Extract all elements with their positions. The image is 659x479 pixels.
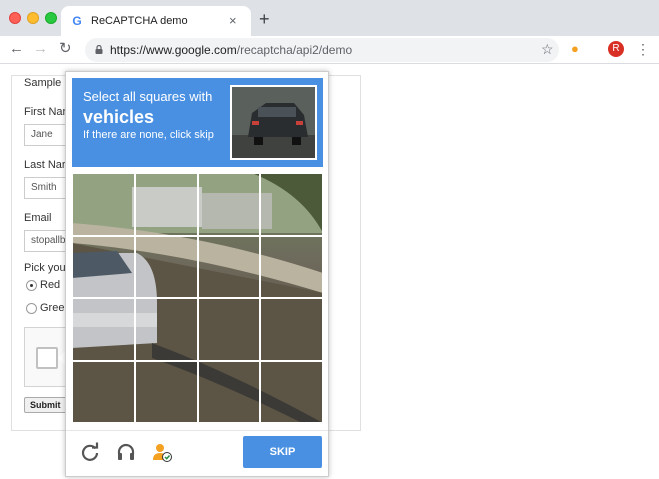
radio-red-label: Red bbox=[40, 279, 61, 291]
radio-green-label: Greer bbox=[40, 302, 69, 314]
browser-tabstrip: G ReCAPTCHA demo × + bbox=[0, 0, 659, 36]
radio-red[interactable] bbox=[26, 280, 37, 291]
grid-tile[interactable] bbox=[197, 298, 261, 361]
sample-car-image bbox=[232, 87, 315, 158]
grid-tile[interactable] bbox=[72, 173, 135, 236]
extension-icon[interactable]: ● bbox=[571, 41, 579, 57]
first-name-label: First Nar bbox=[24, 106, 67, 118]
grid-tile[interactable] bbox=[134, 298, 198, 361]
grid-tile[interactable] bbox=[260, 360, 323, 423]
url-host: https://www.google.com bbox=[110, 43, 237, 57]
forward-arrow-icon[interactable]: → bbox=[33, 40, 48, 58]
image-grid bbox=[72, 173, 323, 423]
google-favicon-icon: G bbox=[72, 14, 82, 28]
back-arrow-icon[interactable]: ← bbox=[9, 40, 24, 58]
headphones-icon[interactable] bbox=[116, 442, 136, 462]
tab-close-icon[interactable]: × bbox=[229, 13, 237, 29]
recaptcha-challenge: Select all squares with vehicles If ther… bbox=[65, 71, 329, 477]
grid-tile[interactable] bbox=[72, 360, 135, 423]
profile-avatar[interactable]: R bbox=[608, 41, 624, 57]
close-window-button[interactable] bbox=[9, 12, 21, 24]
grid-tile[interactable] bbox=[72, 298, 135, 361]
form-title: Sample bbox=[24, 77, 62, 89]
reload-icon[interactable]: ↻ bbox=[59, 40, 72, 58]
url-path: /recaptcha/api2/demo bbox=[236, 43, 353, 57]
star-icon[interactable]: ☆ bbox=[541, 41, 554, 58]
pick-color-label: Pick you bbox=[24, 262, 66, 274]
challenge-target: vehicles bbox=[83, 107, 155, 127]
tab-title: ReCAPTCHA demo bbox=[91, 15, 188, 27]
grid-tile[interactable] bbox=[260, 298, 323, 361]
grid-tile[interactable] bbox=[134, 235, 198, 298]
reload-icon[interactable] bbox=[80, 442, 100, 462]
footer-divider bbox=[66, 430, 328, 431]
browser-tab[interactable]: G ReCAPTCHA demo × bbox=[61, 6, 251, 36]
grid-tile[interactable] bbox=[134, 173, 198, 236]
grid-tile[interactable] bbox=[260, 173, 323, 236]
user-help-icon[interactable] bbox=[152, 442, 172, 462]
grid-tile[interactable] bbox=[260, 235, 323, 298]
browser-toolbar: ← → ↻ https://www.google.com/recaptcha/a… bbox=[0, 36, 659, 64]
email-label: Email bbox=[24, 212, 52, 224]
maximize-window-button[interactable] bbox=[45, 12, 57, 24]
last-name-label: Last Nar bbox=[24, 159, 66, 171]
challenge-instruction: Select all squares with bbox=[83, 89, 213, 104]
new-tab-button[interactable]: + bbox=[259, 10, 270, 28]
challenge-hint: If there are none, click skip bbox=[83, 129, 214, 141]
grid-tile[interactable] bbox=[72, 235, 135, 298]
submit-button[interactable]: Submit bbox=[24, 397, 67, 413]
challenge-header: Select all squares with vehicles If ther… bbox=[72, 78, 323, 167]
recaptcha-checkbox[interactable] bbox=[36, 347, 58, 369]
sample-image bbox=[230, 85, 317, 160]
grid-tile[interactable] bbox=[197, 173, 261, 236]
minimize-window-button[interactable] bbox=[27, 12, 39, 24]
address-bar[interactable]: https://www.google.com/recaptcha/api2/de… bbox=[85, 38, 559, 62]
kebab-menu-icon[interactable]: ⋮ bbox=[636, 40, 650, 58]
grid-tile[interactable] bbox=[134, 360, 198, 423]
skip-button[interactable]: SKIP bbox=[243, 436, 322, 468]
lock-icon bbox=[95, 45, 103, 54]
url-text: https://www.google.com/recaptcha/api2/de… bbox=[110, 43, 352, 57]
grid-tile[interactable] bbox=[197, 235, 261, 298]
grid-tile[interactable] bbox=[197, 360, 261, 423]
radio-green[interactable] bbox=[26, 303, 37, 314]
